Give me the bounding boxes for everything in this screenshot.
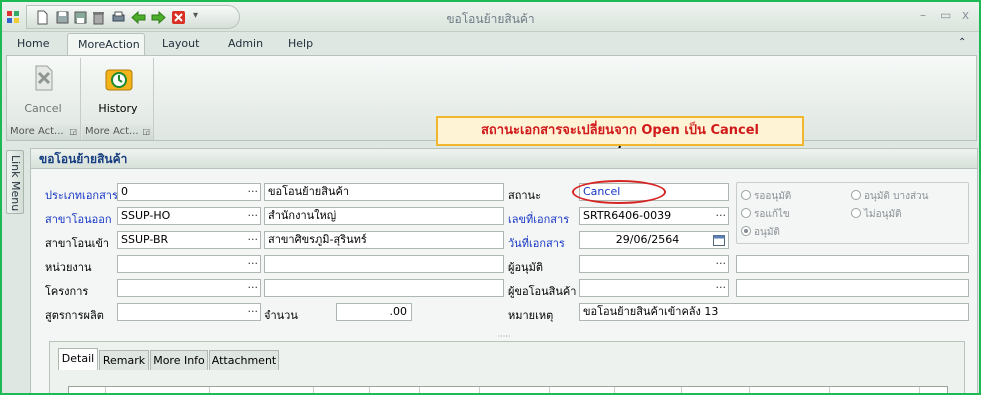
project-name-field[interactable] xyxy=(264,279,504,297)
ribbon-group-cancel: Cancel More Act... ◲ xyxy=(7,58,81,140)
branch-out-name-field[interactable]: สำนักงานใหญ่ xyxy=(264,207,504,225)
ribbon-group-footer: More Act... ◲ xyxy=(7,124,80,140)
cancel-button[interactable]: Cancel xyxy=(11,60,75,120)
unit-label: หน่วยงาน xyxy=(45,261,92,274)
lookup-icon[interactable]: ··· xyxy=(248,256,259,272)
lookup-icon[interactable]: ··· xyxy=(248,280,259,296)
radio-icon xyxy=(851,190,861,200)
close-button[interactable]: x xyxy=(962,8,969,22)
branch-in-code-field[interactable]: SSUP-BR ··· xyxy=(117,231,261,249)
requester-label: ผู้ขอโอนสินค้า xyxy=(508,285,577,298)
remark-field[interactable]: ขอโอนย้ายสินค้าเข้าคลัง 13 xyxy=(579,303,969,321)
approver-name-field xyxy=(736,255,969,273)
lookup-icon[interactable]: ··· xyxy=(716,208,727,224)
form-panel: ขอโอนย้ายสินค้า ประเภทเอกสาร 0 ··· ขอโอนย… xyxy=(30,148,978,393)
detail-grid[interactable] xyxy=(68,386,948,393)
qty-field[interactable]: .00 xyxy=(336,303,412,321)
annotation-callout: สถานะเอกสารจะเปลี่ยนจาก Open เป็น Cancel xyxy=(436,116,804,146)
formula-code-field[interactable]: ··· xyxy=(117,303,261,321)
remark-label: หมายเหตุ xyxy=(508,309,554,322)
approver-label: ผู้อนุมัติ xyxy=(508,261,543,274)
history-icon xyxy=(105,69,133,91)
cancel-button-label: Cancel xyxy=(24,102,62,115)
radio-selected-icon xyxy=(741,226,751,236)
doc-date-field[interactable]: 29/06/2564 xyxy=(579,231,729,249)
status-highlight-ellipse xyxy=(572,180,666,204)
formula-label: สูตรการผลิต xyxy=(45,309,104,322)
requester-field[interactable]: ··· xyxy=(579,279,729,297)
branch-out-code-field[interactable]: SSUP-HO ··· xyxy=(117,207,261,225)
lookup-icon[interactable]: ··· xyxy=(248,184,259,200)
project-label: โครงการ xyxy=(45,285,89,298)
group-launcher-icon[interactable]: ◲ xyxy=(142,124,150,140)
doc-date-label: วันที่เอกสาร xyxy=(508,237,565,250)
radio-waiting-fix: รอแก้ไข xyxy=(741,207,790,222)
lookup-icon[interactable]: ··· xyxy=(248,208,259,224)
radio-approved: อนุมัติ xyxy=(741,225,780,240)
tab-admin[interactable]: Admin xyxy=(228,37,263,50)
lookup-icon[interactable]: ··· xyxy=(248,304,259,320)
radio-icon xyxy=(741,208,751,218)
requester-name-field xyxy=(736,279,969,297)
calendar-icon[interactable] xyxy=(713,234,725,246)
project-code-field[interactable]: ··· xyxy=(117,279,261,297)
tab-more-info[interactable]: More Info xyxy=(150,350,208,370)
history-button[interactable]: History xyxy=(86,60,150,120)
lookup-icon[interactable]: ··· xyxy=(716,256,727,272)
ribbon-group-history: History More Act... ◲ xyxy=(82,58,154,140)
panel-title: ขอโอนย้ายสินค้า xyxy=(31,149,977,169)
doc-type-name-field[interactable]: ขอโอนย้ายสินค้า xyxy=(264,183,504,201)
branch-in-name-field[interactable]: สาขาศิขรภูมิ-สุรินทร์ xyxy=(264,231,504,249)
history-button-label: History xyxy=(98,102,138,115)
radio-not-approved: ไม่อนุมัติ xyxy=(851,207,902,222)
branch-in-label: สาขาโอนเข้า xyxy=(45,237,110,250)
tab-detail[interactable]: Detail xyxy=(58,348,98,370)
ribbon-collapse-icon[interactable]: ⌃ xyxy=(958,37,966,48)
tab-moreaction[interactable]: MoreAction xyxy=(67,33,145,55)
group-launcher-icon[interactable]: ◲ xyxy=(69,124,77,140)
link-menu-tab[interactable]: Link Menu xyxy=(6,150,24,214)
tab-home[interactable]: Home xyxy=(17,37,49,50)
lookup-icon[interactable]: ··· xyxy=(248,232,259,248)
ribbon-group-footer: More Act... ◲ xyxy=(82,124,153,140)
radio-partial: อนุมัติ บางส่วน xyxy=(851,189,929,204)
branch-out-label: สาขาโอนออก xyxy=(45,213,112,226)
doc-type-label: ประเภทเอกสาร xyxy=(45,189,118,202)
window-title: ขอโอนย้ายสินค้า xyxy=(446,12,535,26)
doc-no-field[interactable]: SRTR6406-0039 ··· xyxy=(579,207,729,225)
tab-help[interactable]: Help xyxy=(288,37,313,50)
tab-moreaction-label: MoreAction xyxy=(78,38,140,51)
title-bar: ▾ ขอโอนย้ายสินค้า – ▭ x xyxy=(2,2,979,32)
tab-remark[interactable]: Remark xyxy=(99,350,149,370)
menu-bar: Home MoreAction Layout Admin Help ⌃ xyxy=(2,33,979,55)
radio-icon xyxy=(741,190,751,200)
status-label: สถานะ xyxy=(508,189,541,202)
cancel-document-icon xyxy=(35,65,53,91)
app-window: ▾ ขอโอนย้ายสินค้า – ▭ x Home MoreAction … xyxy=(0,0,981,395)
tab-attachment[interactable]: Attachment xyxy=(209,350,279,370)
approver-field[interactable]: ··· xyxy=(579,255,729,273)
doc-no-label: เลขที่เอกสาร xyxy=(508,213,570,226)
link-menu-label: Link Menu xyxy=(9,155,22,212)
doc-type-code-field[interactable]: 0 ··· xyxy=(117,183,261,201)
unit-code-field[interactable]: ··· xyxy=(117,255,261,273)
radio-waiting: รออนุมัติ xyxy=(741,189,791,204)
radio-icon xyxy=(851,208,861,218)
qty-label: จำนวน xyxy=(264,309,298,322)
splitter-handle[interactable]: ····· xyxy=(31,332,977,341)
minimize-button[interactable]: – xyxy=(920,8,926,22)
lookup-icon[interactable]: ··· xyxy=(716,280,727,296)
detail-tabs-area: Detail Remark More Info Attachment xyxy=(49,341,965,393)
unit-name-field[interactable] xyxy=(264,255,504,273)
maximize-button[interactable]: ▭ xyxy=(940,8,951,22)
tab-layout[interactable]: Layout xyxy=(162,37,199,50)
approval-status-group: รออนุมัติ อนุมัติ บางส่วน รอแก้ไข ไม่อนุ… xyxy=(736,182,969,244)
